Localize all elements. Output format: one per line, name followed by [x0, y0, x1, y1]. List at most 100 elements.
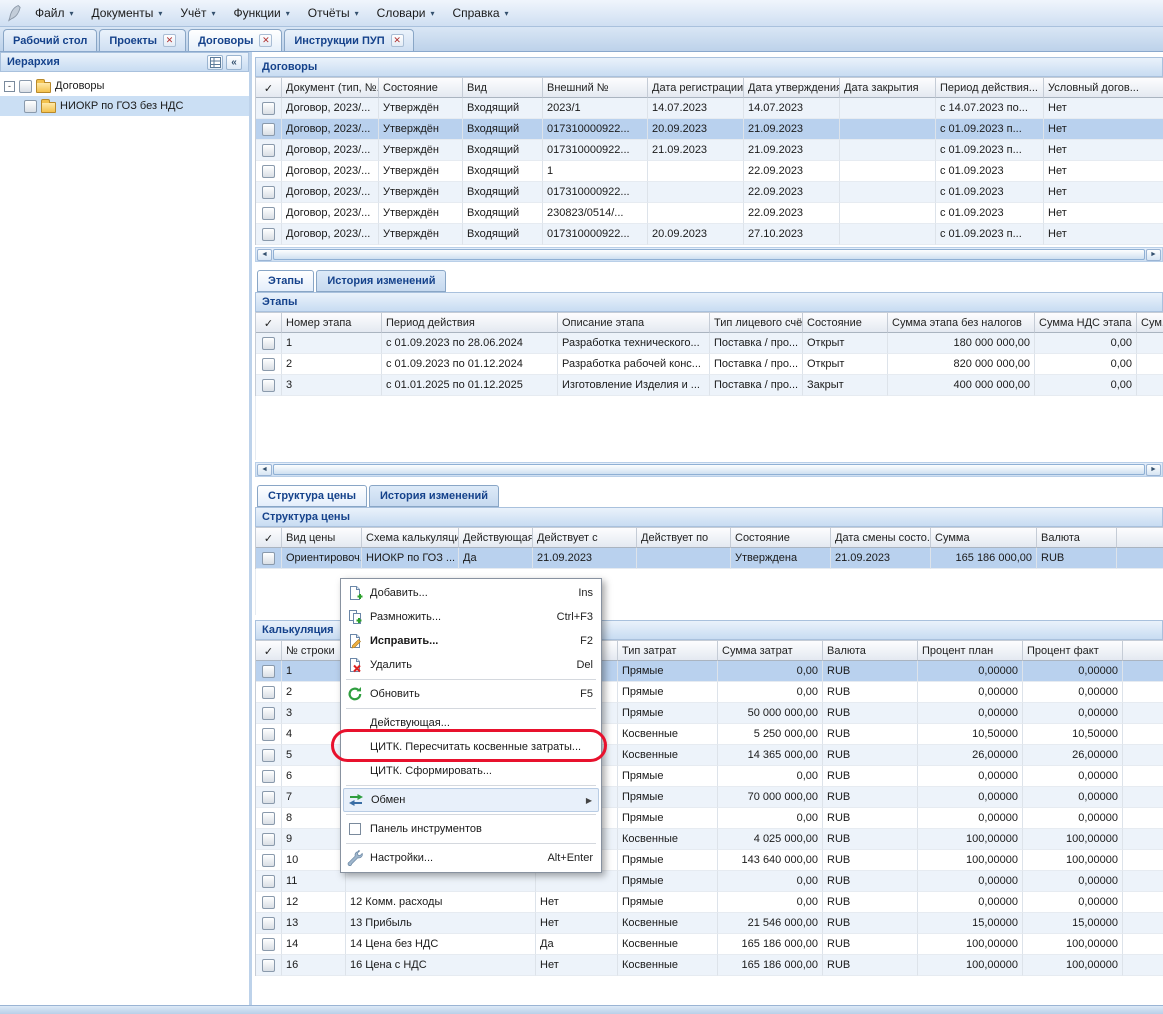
- column-header[interactable]: Сумма этапа без налогов: [888, 312, 1035, 333]
- menubar-item-2[interactable]: Учёт▾: [171, 1, 224, 25]
- context-menu-item[interactable]: УдалитьDel: [343, 653, 599, 677]
- table-row[interactable]: 2с 01.09.2023 по 01.12.2024Разработка ра…: [256, 354, 1163, 375]
- context-menu-item[interactable]: Исправить...F2: [343, 629, 599, 653]
- column-header[interactable]: Валюта: [1037, 527, 1117, 548]
- column-header[interactable]: ✓: [256, 640, 282, 661]
- table-row[interactable]: Договор, 2023/...УтверждёнВходящий017310…: [256, 140, 1163, 161]
- column-header[interactable]: Сумма НДС этапа: [1035, 312, 1137, 333]
- column-header[interactable]: Действует по: [637, 527, 731, 548]
- row-checkbox[interactable]: [262, 707, 275, 720]
- scroll-left-icon[interactable]: ◄: [257, 464, 272, 476]
- row-checkbox[interactable]: [262, 358, 275, 371]
- context-menu-item[interactable]: Обмен▶: [343, 788, 599, 812]
- column-header[interactable]: Период действия...: [936, 77, 1044, 98]
- table-row[interactable]: Договор, 2023/...УтверждёнВходящий017310…: [256, 224, 1163, 245]
- table-row[interactable]: 1212 Комм. расходыНетПрямые0,00RUB0,0000…: [256, 892, 1163, 913]
- tab-close-icon[interactable]: ✕: [163, 34, 176, 47]
- column-header[interactable]: № строки: [282, 640, 346, 661]
- row-checkbox[interactable]: [262, 228, 275, 241]
- row-checkbox[interactable]: [262, 207, 275, 220]
- row-checkbox[interactable]: [262, 686, 275, 699]
- row-checkbox[interactable]: [262, 165, 275, 178]
- tree-item[interactable]: НИОКР по ГОЗ без НДС: [0, 96, 249, 116]
- context-menu-item[interactable]: Добавить...Ins: [343, 581, 599, 605]
- column-header[interactable]: Сум...: [1137, 312, 1163, 333]
- tree-expander-icon[interactable]: [4, 81, 15, 92]
- row-checkbox[interactable]: [262, 917, 275, 930]
- column-header[interactable]: Дата утверждения: [744, 77, 840, 98]
- menubar-item-4[interactable]: Отчёты▾: [299, 1, 368, 25]
- table-row[interactable]: Ориентировоч...НИОКР по ГОЗ ...Да21.09.2…: [256, 548, 1163, 569]
- row-checkbox[interactable]: [262, 665, 275, 678]
- row-checkbox[interactable]: [262, 749, 275, 762]
- context-menu-item[interactable]: Панель инструментов: [343, 817, 599, 841]
- column-header[interactable]: Документ (тип, №...: [282, 77, 379, 98]
- menubar-item-6[interactable]: Справка▾: [443, 1, 517, 25]
- column-header[interactable]: ✓: [256, 312, 282, 333]
- column-header[interactable]: Валюта: [823, 640, 918, 661]
- column-header[interactable]: Сумма затрат: [718, 640, 823, 661]
- section-tab-0[interactable]: Этапы: [257, 270, 314, 292]
- tab-close-icon[interactable]: ✕: [259, 34, 272, 47]
- table-row[interactable]: 1616 Цена с НДСНетКосвенные165 186 000,0…: [256, 955, 1163, 976]
- row-checkbox[interactable]: [262, 938, 275, 951]
- column-header[interactable]: ✓: [256, 77, 282, 98]
- scroll-right-icon[interactable]: ►: [1146, 464, 1161, 476]
- table-row[interactable]: Договор, 2023/...УтверждёнВходящий017310…: [256, 182, 1163, 203]
- menubar-item-1[interactable]: Документы▾: [83, 1, 172, 25]
- tab-3[interactable]: Инструкции ПУП✕: [284, 29, 413, 51]
- tab-1[interactable]: Проекты✕: [99, 29, 186, 51]
- row-checkbox[interactable]: [262, 186, 275, 199]
- row-checkbox[interactable]: [262, 854, 275, 867]
- scroll-thumb[interactable]: [273, 249, 1145, 260]
- table-row[interactable]: Договор, 2023/...УтверждёнВходящий017310…: [256, 119, 1163, 140]
- row-checkbox[interactable]: [262, 791, 275, 804]
- column-header[interactable]: Описание этапа: [558, 312, 710, 333]
- context-menu-item[interactable]: Действующая...: [343, 711, 599, 735]
- column-header[interactable]: Дата закрытия: [840, 77, 936, 98]
- column-header[interactable]: Сумма: [931, 527, 1037, 548]
- column-header[interactable]: Процент факт: [1023, 640, 1123, 661]
- tab-0[interactable]: Рабочий стол: [3, 29, 97, 51]
- scroll-left-icon[interactable]: ◄: [257, 249, 272, 261]
- section-tab-1[interactable]: История изменений: [316, 270, 446, 292]
- column-header[interactable]: Состояние: [803, 312, 888, 333]
- table-row[interactable]: Договор, 2023/...УтверждёнВходящий230823…: [256, 203, 1163, 224]
- column-header[interactable]: Действует с: [533, 527, 637, 548]
- context-menu-item[interactable]: Настройки...Alt+Enter: [343, 846, 599, 870]
- table-row[interactable]: Договор, 2023/...УтверждёнВходящий122.09…: [256, 161, 1163, 182]
- column-header[interactable]: Период действия: [382, 312, 558, 333]
- context-menu-item[interactable]: Размножить...Ctrl+F3: [343, 605, 599, 629]
- column-header[interactable]: Внешний №: [543, 77, 648, 98]
- row-checkbox[interactable]: [262, 833, 275, 846]
- menubar-item-3[interactable]: Функции▾: [224, 1, 298, 25]
- table-row[interactable]: 1414 Цена без НДСДаКосвенные165 186 000,…: [256, 934, 1163, 955]
- context-menu-item[interactable]: ОбновитьF5: [343, 682, 599, 706]
- tab-2[interactable]: Договоры✕: [188, 29, 282, 51]
- column-header[interactable]: Вид: [463, 77, 543, 98]
- scroll-right-icon[interactable]: ►: [1146, 249, 1161, 261]
- column-header[interactable]: Состояние: [379, 77, 463, 98]
- row-checkbox[interactable]: [262, 379, 275, 392]
- contracts-hscrollbar[interactable]: ◄ ►: [255, 247, 1163, 262]
- tree-checkbox[interactable]: [24, 100, 37, 113]
- context-menu-item[interactable]: ЦИТК. Сформировать...: [343, 759, 599, 783]
- row-checkbox[interactable]: [262, 959, 275, 972]
- column-header[interactable]: Тип лицевого счёт: [710, 312, 803, 333]
- scroll-thumb[interactable]: [273, 464, 1145, 475]
- column-header[interactable]: ✓: [256, 527, 282, 548]
- column-header[interactable]: Процент план: [918, 640, 1023, 661]
- row-checkbox[interactable]: [262, 875, 275, 888]
- row-checkbox[interactable]: [262, 102, 275, 115]
- row-checkbox[interactable]: [262, 337, 275, 350]
- table-row[interactable]: 3с 01.01.2025 по 01.12.2025Изготовление …: [256, 375, 1163, 396]
- column-header[interactable]: Номер этапа: [282, 312, 382, 333]
- column-header[interactable]: Схема калькуляции: [362, 527, 459, 548]
- stages-hscrollbar[interactable]: ◄ ►: [255, 462, 1163, 477]
- column-header[interactable]: Вид цены: [282, 527, 362, 548]
- column-header[interactable]: Действующая: [459, 527, 533, 548]
- column-header[interactable]: Дата регистрации: [648, 77, 744, 98]
- tree-checkbox[interactable]: [19, 80, 32, 93]
- table-row[interactable]: 1313 ПрибыльНетКосвенные21 546 000,00RUB…: [256, 913, 1163, 934]
- table-row[interactable]: Договор, 2023/...УтверждёнВходящий2023/1…: [256, 98, 1163, 119]
